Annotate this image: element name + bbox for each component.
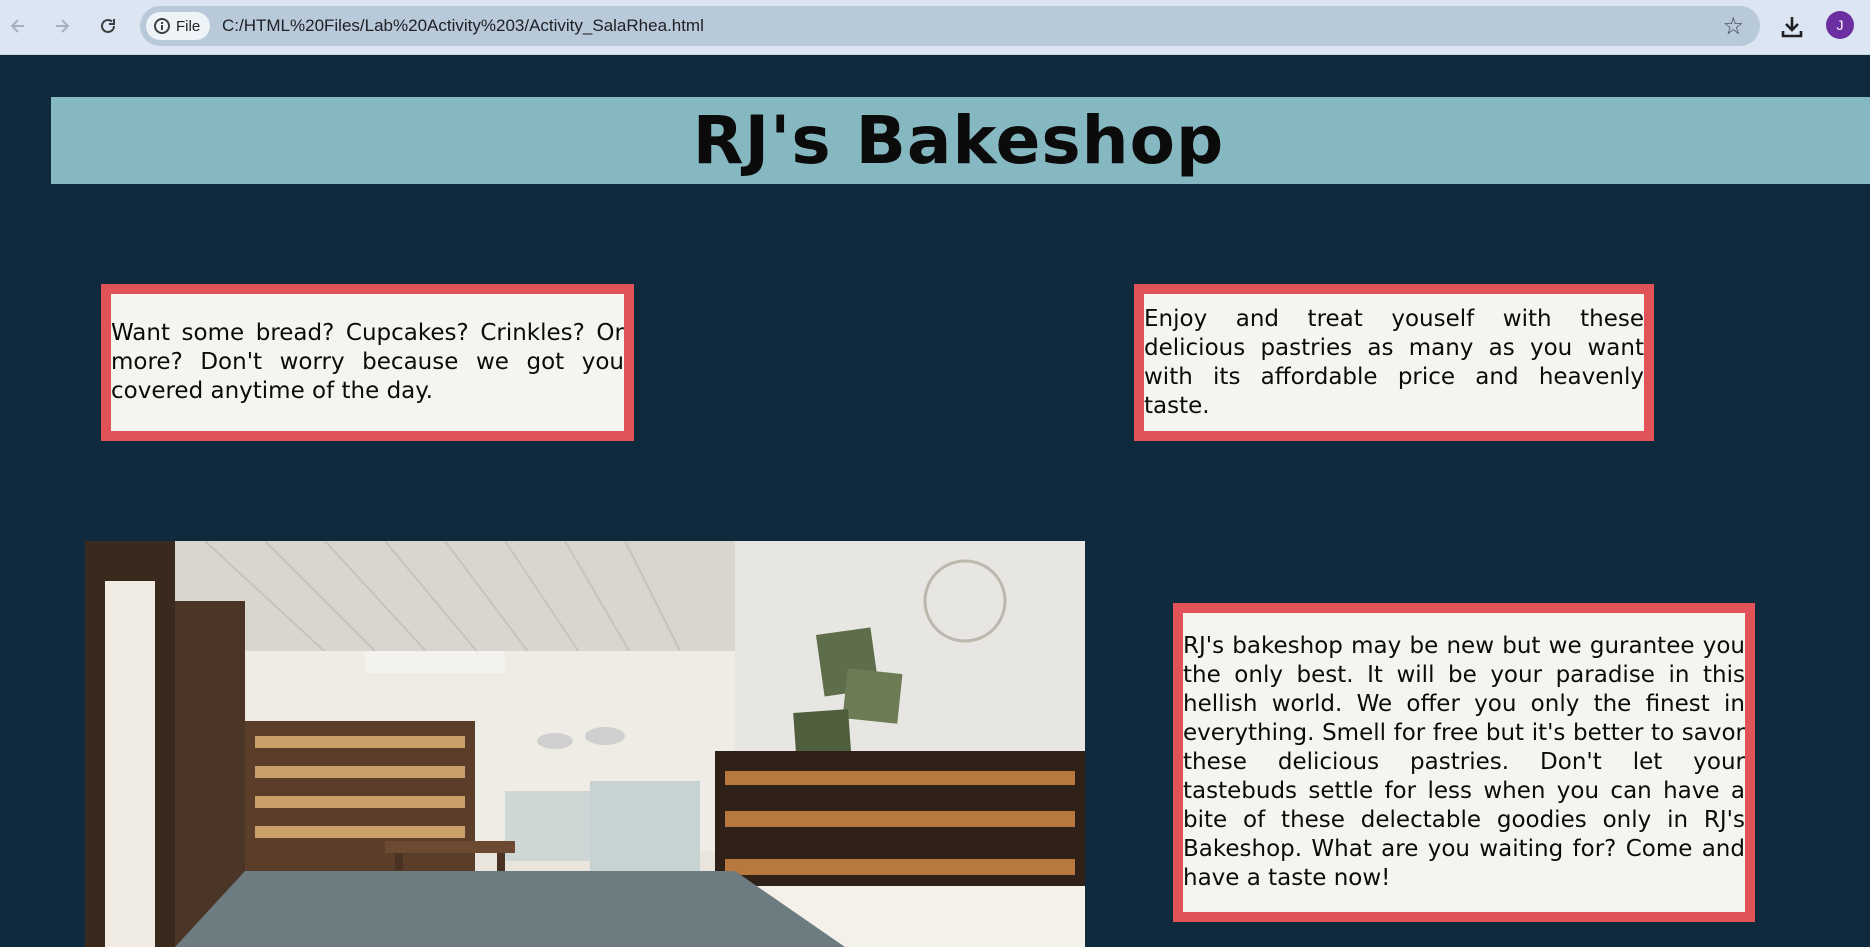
- header-banner: RJ's Bakeshop: [51, 97, 1870, 184]
- intro-card: Want some bread? Cupcakes? Crinkles? Or …: [101, 284, 634, 441]
- browser-toolbar: File C:/HTML%20Files/Lab%20Activity%203/…: [0, 0, 1870, 55]
- star-icon[interactable]: ☆: [1722, 12, 1744, 40]
- site-info-chip[interactable]: File: [146, 12, 211, 40]
- bakery-interior-image: [85, 541, 1085, 947]
- treat-card: Enjoy and treat youself with these delic…: [1134, 284, 1654, 441]
- about-card-text: RJ's bakeshop may be new but we gurantee…: [1183, 633, 1745, 891]
- profile-avatar[interactable]: J: [1826, 11, 1854, 39]
- reload-icon[interactable]: [92, 10, 124, 42]
- forward-arrow-icon[interactable]: [46, 10, 78, 42]
- intro-card-text: Want some bread? Cupcakes? Crinkles? Or …: [111, 320, 624, 404]
- page-title: RJ's Bakeshop: [692, 102, 1225, 179]
- back-arrow-icon[interactable]: [2, 10, 34, 42]
- about-card: RJ's bakeshop may be new but we gurantee…: [1173, 603, 1755, 922]
- info-icon: [154, 18, 170, 34]
- address-bar[interactable]: File C:/HTML%20Files/Lab%20Activity%203/…: [140, 6, 1760, 46]
- treat-card-text: Enjoy and treat youself with these delic…: [1144, 305, 1644, 419]
- site-info-label: File: [176, 17, 201, 35]
- download-icon[interactable]: [1777, 12, 1807, 42]
- url-text[interactable]: C:/HTML%20Files/Lab%20Activity%203/Activ…: [222, 16, 704, 36]
